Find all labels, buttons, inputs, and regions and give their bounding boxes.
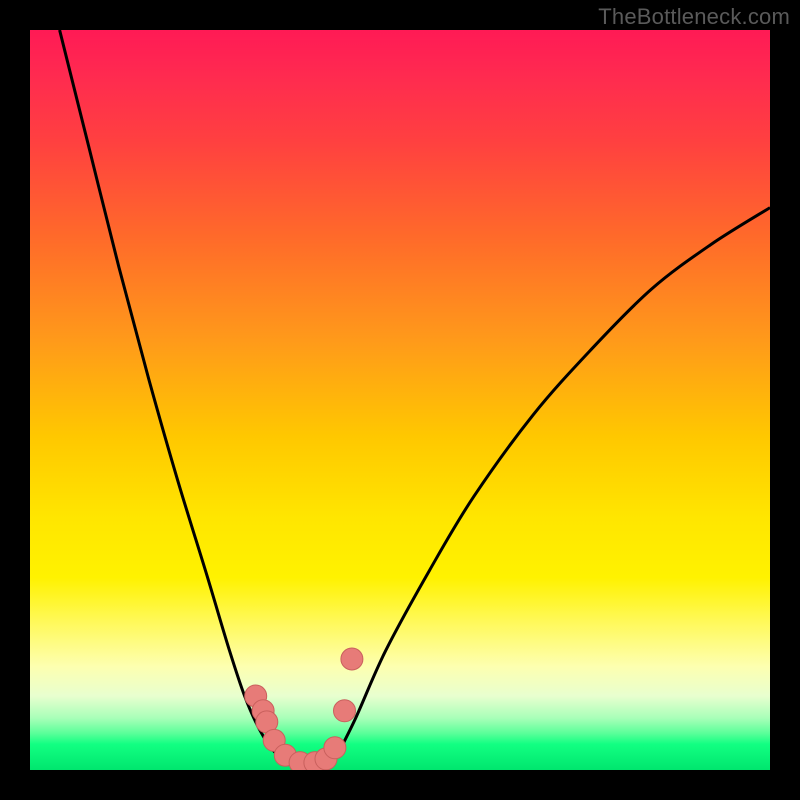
marker-group [245, 648, 363, 770]
chart-svg [30, 30, 770, 770]
data-marker [334, 700, 356, 722]
plot-area [30, 30, 770, 770]
data-marker [324, 737, 346, 759]
chart-frame: TheBottleneck.com [0, 0, 800, 800]
data-marker [341, 648, 363, 670]
watermark-text: TheBottleneck.com [598, 4, 790, 30]
left-curve [60, 30, 289, 763]
right-curve [333, 208, 770, 763]
